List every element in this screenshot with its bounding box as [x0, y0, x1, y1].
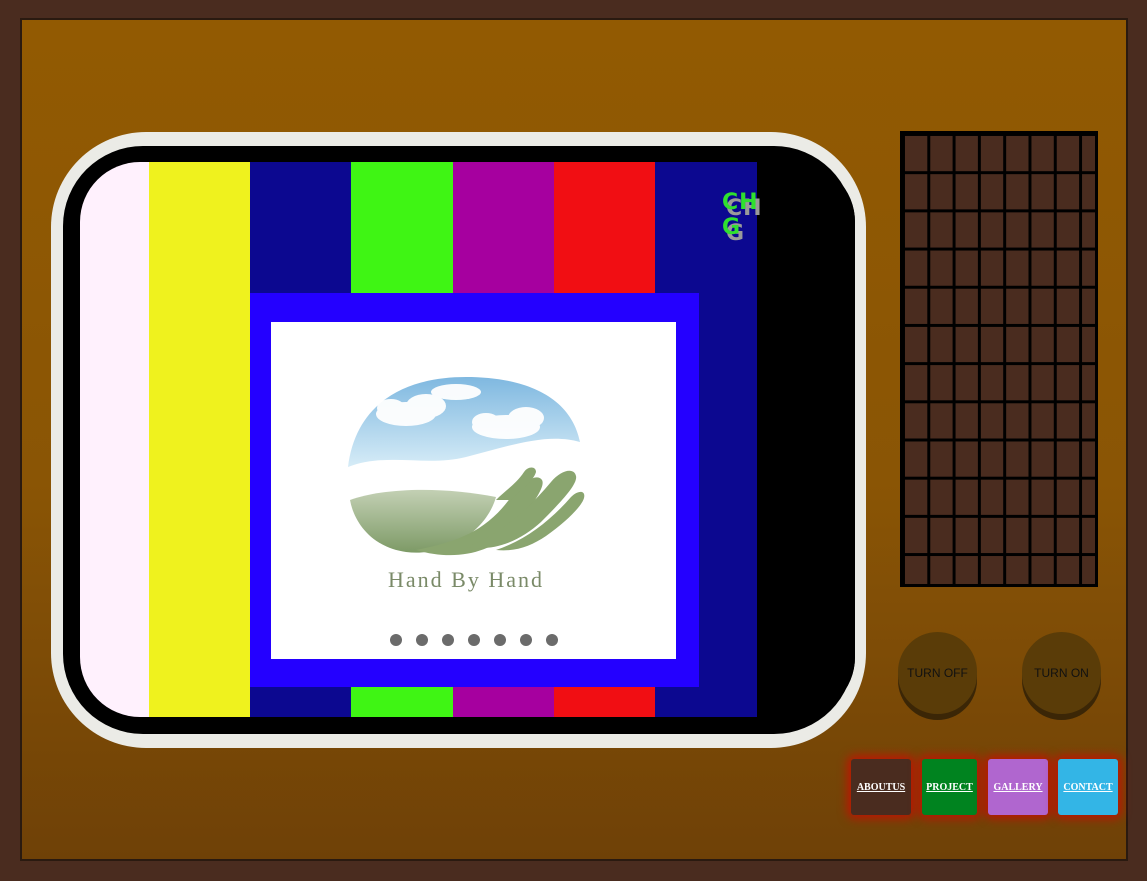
color-bar-black [757, 162, 855, 717]
slider-dot[interactable] [467, 634, 480, 646]
nav-gallery-button[interactable]: GALLERY [988, 759, 1048, 815]
hand-by-hand-logo: Hand By Hand [348, 377, 585, 592]
slider-dot[interactable] [493, 634, 506, 646]
slide[interactable]: Hand By Hand [271, 322, 676, 659]
color-bar-white [80, 162, 149, 717]
channel-label: CH G [722, 190, 759, 240]
slider-dot[interactable] [441, 634, 454, 646]
turn-off-label: TURN OFF [907, 666, 968, 680]
speaker-grille-icon [900, 131, 1098, 587]
nav-project-label: PROJECT [926, 781, 973, 793]
turn-on-button[interactable]: TURN ON [1022, 632, 1101, 714]
nav-contact-button[interactable]: CONTACT [1058, 759, 1118, 815]
slider-dot[interactable] [415, 634, 428, 646]
color-bar-yellow [149, 162, 250, 717]
slider-dot[interactable] [519, 634, 532, 646]
nav-about-button[interactable]: ABOUTUS [851, 759, 911, 815]
nav-gallery-label: GALLERY [993, 781, 1043, 793]
slider-dots [271, 634, 676, 646]
slider-dot[interactable] [545, 634, 558, 646]
nav-project-button[interactable]: PROJECT [922, 759, 977, 815]
logo-text: Hand By Hand [388, 567, 544, 592]
nav-about-label: ABOUTUS [856, 781, 906, 793]
turn-on-label: TURN ON [1034, 666, 1089, 680]
slider-dot[interactable] [389, 634, 402, 646]
nav-contact-label: CONTACT [1063, 781, 1113, 793]
turn-off-button[interactable]: TURN OFF [898, 632, 977, 714]
